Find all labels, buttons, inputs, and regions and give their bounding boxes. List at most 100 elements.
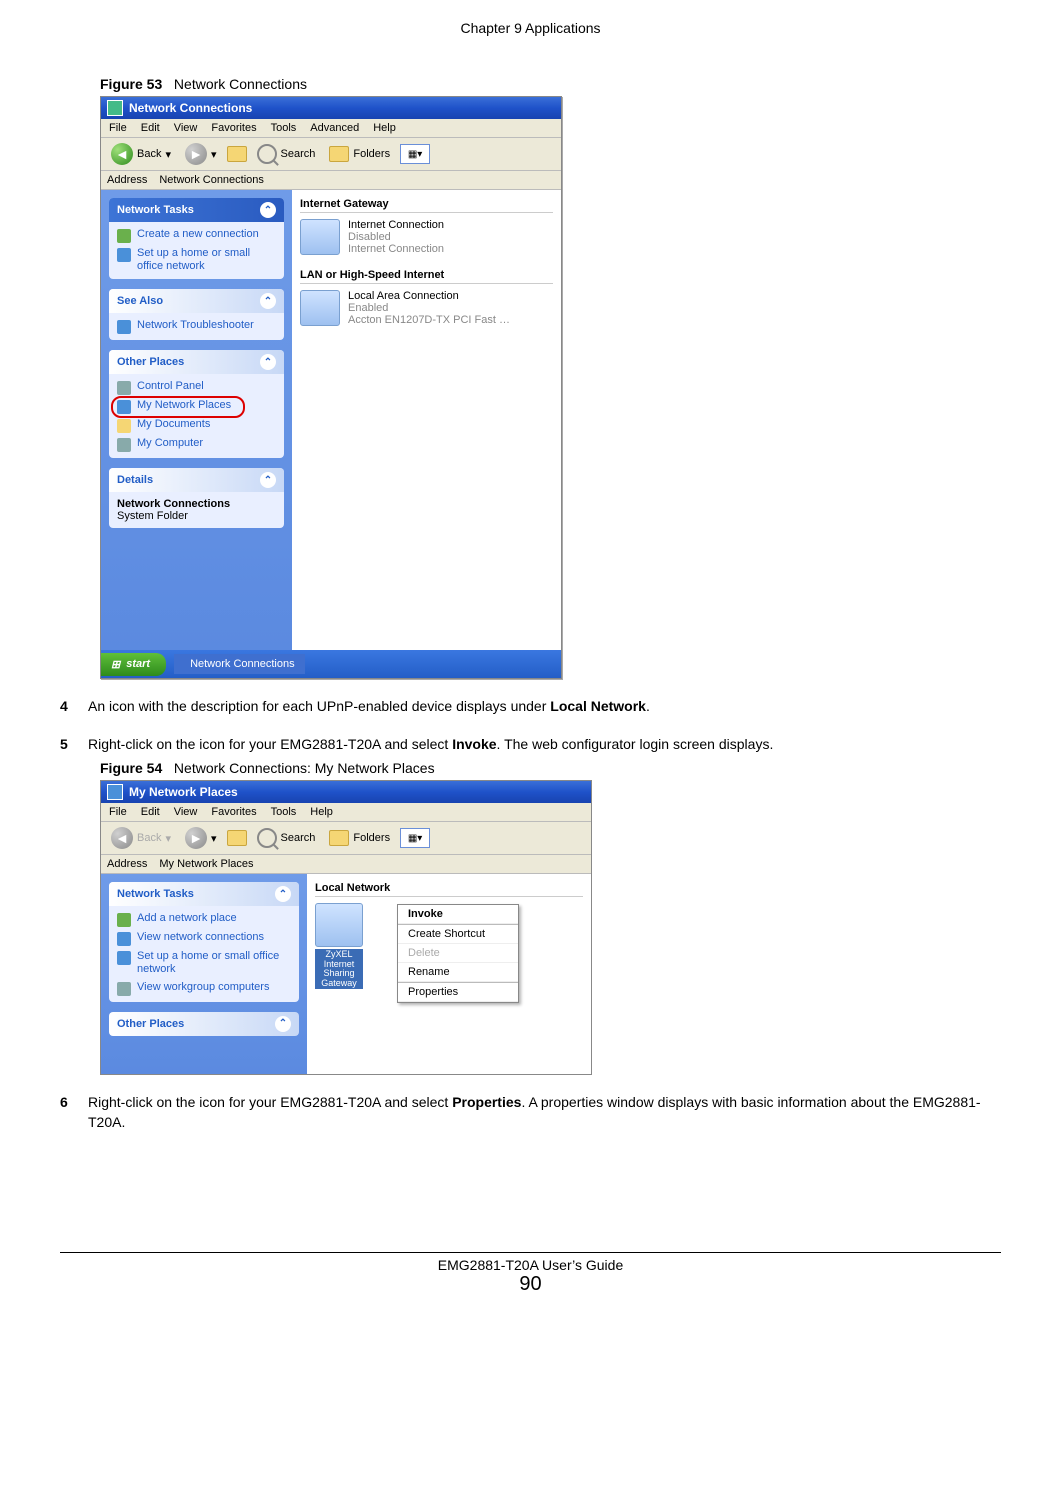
task-setup-network[interactable]: Set up a home or small office network: [117, 950, 291, 976]
other-places-box: Other Places ⌃ Control Panel My Network …: [109, 350, 284, 458]
menu-advanced[interactable]: Advanced: [310, 122, 359, 134]
figure54-title: Network Connections: My Network Places: [174, 760, 435, 776]
up-folder-icon[interactable]: [227, 830, 247, 846]
details-subtitle: System Folder: [117, 510, 276, 522]
conn-device: Accton EN1207D-TX PCI Fast …: [348, 314, 510, 326]
details-title: Network Connections: [117, 498, 276, 510]
search-icon: [257, 828, 277, 848]
text-bold: Invoke: [452, 736, 496, 752]
menu-favorites[interactable]: Favorites: [211, 806, 256, 818]
cap-line: Gateway: [317, 979, 361, 988]
views-button[interactable]: ▦▾: [400, 828, 430, 848]
menu-file[interactable]: File: [109, 122, 127, 134]
other-places-head[interactable]: Other Places ⌃: [109, 1012, 299, 1036]
network-tasks-head[interactable]: Network Tasks ⌃: [109, 198, 284, 222]
start-flag-icon: ⊞: [111, 658, 120, 671]
task-view-connections[interactable]: View network connections: [117, 931, 291, 946]
add-place-icon: [117, 913, 131, 927]
step-5: 5 Right-click on the icon for your EMG28…: [60, 735, 1001, 755]
forward-button[interactable]: ► ▾: [181, 142, 221, 166]
link-my-computer[interactable]: My Computer: [117, 437, 276, 452]
ctx-create-shortcut[interactable]: Create Shortcut: [398, 924, 518, 944]
ctx-properties[interactable]: Properties: [398, 982, 518, 1002]
back-button[interactable]: ◄ Back ▾: [107, 142, 175, 166]
menu-tools[interactable]: Tools: [271, 806, 297, 818]
details-head[interactable]: Details ⌃: [109, 468, 284, 492]
workgroup-icon: [117, 982, 131, 996]
window-title: Network Connections: [129, 101, 252, 115]
taskbar-item-network[interactable]: Network Connections: [174, 654, 305, 674]
task-add-place[interactable]: Add a network place: [117, 912, 291, 927]
menu-tools[interactable]: Tools: [271, 122, 297, 134]
menu-help[interactable]: Help: [310, 806, 333, 818]
search-button[interactable]: Search: [253, 827, 320, 849]
menu-edit[interactable]: Edit: [141, 806, 160, 818]
info-icon: [117, 320, 131, 334]
link-label: Control Panel: [137, 380, 204, 393]
other-places-label: Other Places: [117, 1018, 184, 1030]
connection-lan[interactable]: Local Area Connection Enabled Accton EN1…: [300, 290, 553, 326]
network-tasks-box: Network Tasks ⌃ Add a network place View…: [109, 882, 299, 1001]
menu-view[interactable]: View: [174, 122, 198, 134]
forward-arrow-icon: ►: [185, 827, 207, 849]
see-also-head[interactable]: See Also ⌃: [109, 289, 284, 313]
network-tasks-box: Network Tasks ⌃ Create a new connection …: [109, 198, 284, 279]
task-create-connection[interactable]: Create a new connection: [117, 228, 276, 243]
address-bar: Address Network Connections: [101, 171, 561, 190]
collapse-icon: ⌃: [260, 293, 276, 309]
address-value[interactable]: My Network Places: [159, 858, 585, 870]
start-label: start: [126, 658, 150, 670]
back-label: Back: [137, 832, 161, 844]
step-6: 6 Right-click on the icon for your EMG28…: [60, 1093, 1001, 1132]
network-tasks-head[interactable]: Network Tasks ⌃: [109, 882, 299, 906]
task-view-workgroup[interactable]: View workgroup computers: [117, 981, 291, 996]
home-network-icon: [117, 248, 131, 262]
main-content: Internet Gateway Internet Connection Dis…: [292, 190, 561, 650]
window-title: My Network Places: [129, 785, 238, 799]
conn-name: Local Area Connection: [348, 290, 510, 302]
folders-label: Folders: [353, 148, 390, 160]
context-menu: Invoke Create Shortcut Delete Rename Pro…: [397, 904, 519, 1003]
link-troubleshooter[interactable]: Network Troubleshooter: [117, 319, 276, 334]
views-button[interactable]: ▦▾: [400, 144, 430, 164]
other-places-box: Other Places ⌃: [109, 1012, 299, 1036]
main-content: Local Network ZyXEL Internet Sharing Gat…: [307, 874, 591, 1074]
device-zyxel-gateway[interactable]: ZyXEL Internet Sharing Gateway: [315, 903, 363, 989]
details-label: Details: [117, 474, 153, 486]
group-internet-gateway: Internet Gateway: [300, 198, 553, 213]
figure54-caption: Figure 54 Network Connections: My Networ…: [100, 760, 1001, 776]
titlebar[interactable]: My Network Places: [101, 781, 591, 803]
back-button: ◄ Back ▾: [107, 826, 175, 850]
titlebar[interactable]: Network Connections: [101, 97, 561, 119]
menu-view[interactable]: View: [174, 806, 198, 818]
ctx-rename[interactable]: Rename: [398, 963, 518, 982]
other-places-label: Other Places: [117, 356, 184, 368]
menu-file[interactable]: File: [109, 806, 127, 818]
folders-button[interactable]: Folders: [325, 829, 394, 847]
other-places-head[interactable]: Other Places ⌃: [109, 350, 284, 374]
menu-help[interactable]: Help: [373, 122, 396, 134]
lan-icon: [300, 290, 340, 326]
link-control-panel[interactable]: Control Panel: [117, 380, 276, 395]
page-footer: EMG2881-T20A User’s Guide 90: [60, 1252, 1001, 1296]
link-my-documents[interactable]: My Documents: [117, 418, 276, 433]
ctx-invoke[interactable]: Invoke: [398, 905, 518, 924]
figure53-number: Figure 53: [100, 76, 162, 92]
menu-edit[interactable]: Edit: [141, 122, 160, 134]
folders-button[interactable]: Folders: [325, 145, 394, 163]
address-value[interactable]: Network Connections: [159, 174, 555, 186]
menu-favorites[interactable]: Favorites: [211, 122, 256, 134]
folders-icon: [329, 146, 349, 162]
text-bold: Properties: [452, 1094, 521, 1110]
task-setup-network[interactable]: Set up a home or small office network: [117, 247, 276, 273]
connection-internet[interactable]: Internet Connection Disabled Internet Co…: [300, 219, 553, 255]
task-label: View workgroup computers: [137, 981, 269, 994]
up-folder-icon[interactable]: [227, 146, 247, 162]
address-bar: Address My Network Places: [101, 855, 591, 874]
start-button[interactable]: ⊞ start: [101, 653, 166, 676]
link-my-network-places[interactable]: My Network Places: [117, 399, 276, 414]
task-label: Add a network place: [137, 912, 237, 925]
link-label: My Documents: [137, 418, 210, 431]
search-button[interactable]: Search: [253, 143, 320, 165]
side-panel: Network Tasks ⌃ Create a new connection …: [101, 190, 292, 650]
